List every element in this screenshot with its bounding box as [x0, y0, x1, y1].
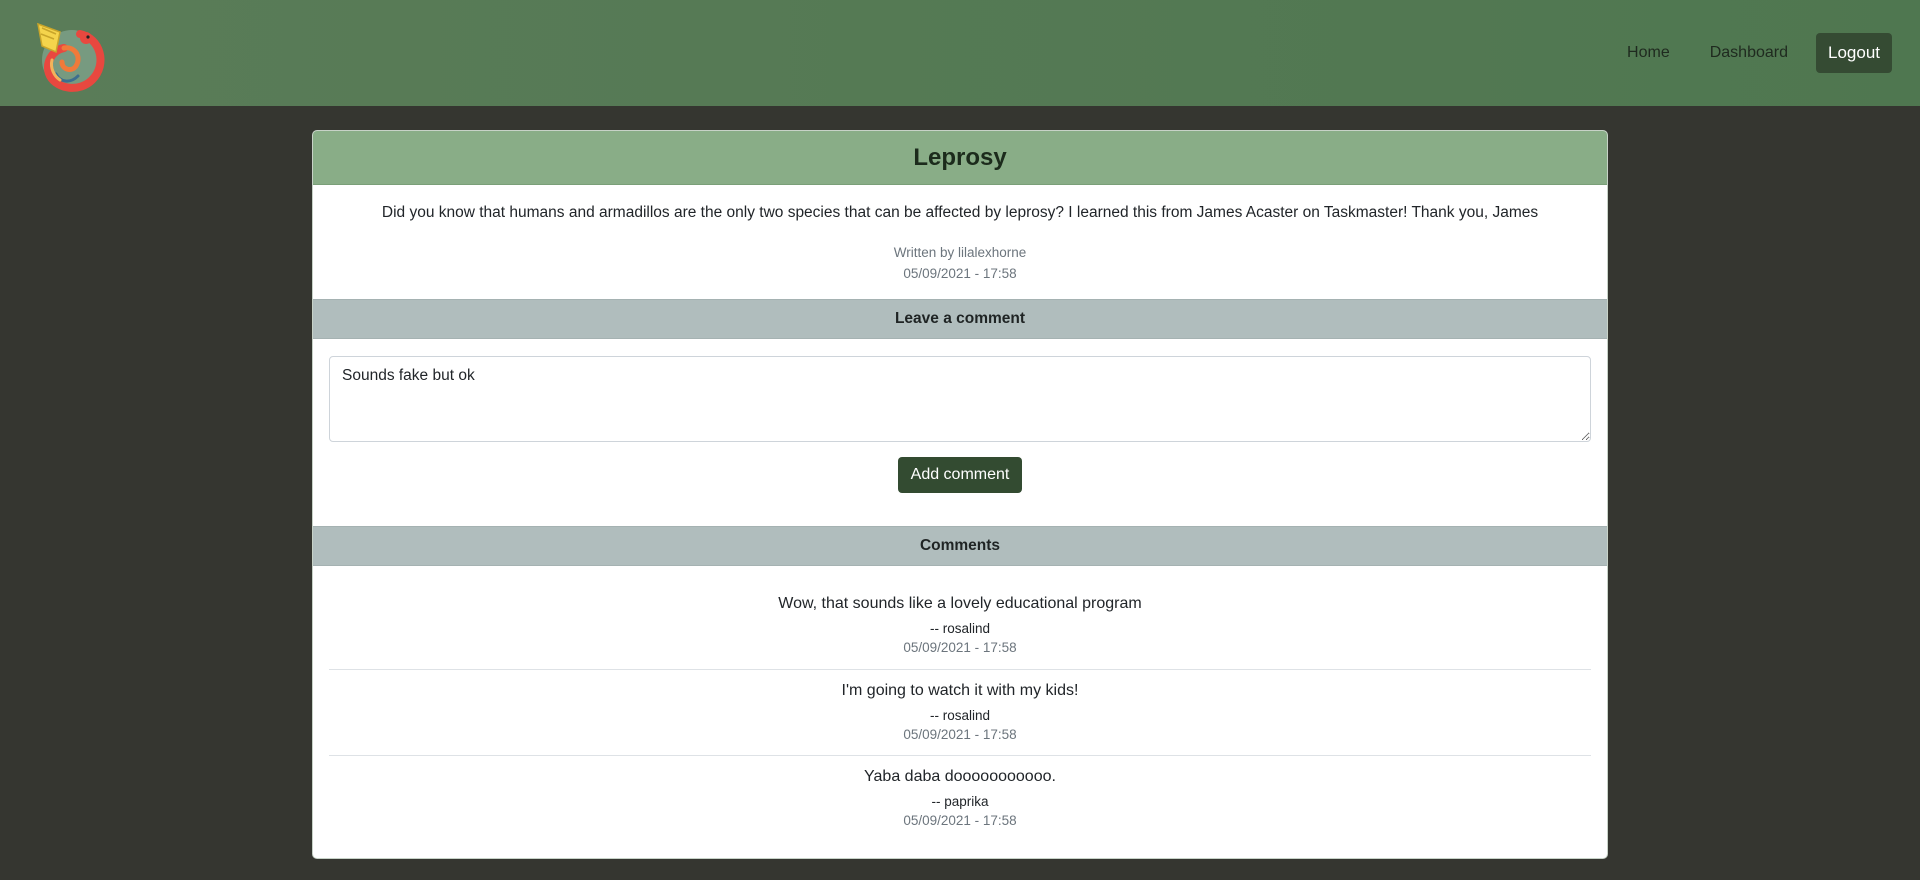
post-card: Leprosy Did you know that humans and arm… — [312, 130, 1608, 859]
logout-button[interactable]: Logout — [1816, 33, 1892, 73]
post-body: Did you know that humans and armadillos … — [381, 204, 1539, 221]
post-meta: Written by lilalexhorne 05/09/2021 - 17:… — [313, 242, 1607, 284]
comment-textarea[interactable]: Sounds fake but ok — [329, 356, 1591, 442]
add-comment-button[interactable]: Add comment — [898, 457, 1022, 493]
comment-item: Yaba daba dooooooooooo. -- paprika 05/09… — [329, 756, 1591, 842]
comment-author: -- paprika — [931, 794, 989, 809]
comment-author: -- rosalind — [929, 621, 991, 636]
comment-author: -- rosalind — [929, 708, 991, 723]
post-title: Leprosy — [313, 131, 1607, 185]
nav-dashboard-link[interactable]: Dashboard — [1698, 35, 1800, 71]
comment-text: Wow, that sounds like a lovely education… — [778, 595, 1142, 612]
comment-text: I'm going to watch it with my kids! — [841, 682, 1079, 699]
comment-item: I'm going to watch it with my kids! -- r… — [329, 670, 1591, 756]
comment-date: 05/09/2021 - 17:58 — [903, 813, 1017, 828]
comment-date: 05/09/2021 - 17:58 — [903, 640, 1017, 655]
nav-home-link[interactable]: Home — [1615, 35, 1682, 71]
comment-list: Wow, that sounds like a lovely education… — [329, 566, 1591, 842]
top-navbar: Home Dashboard Logout — [0, 0, 1920, 106]
comment-date: 05/09/2021 - 17:58 — [903, 727, 1017, 742]
comment-text: Yaba daba dooooooooooo. — [864, 768, 1056, 785]
post-author: Written by lilalexhorne — [893, 245, 1027, 260]
nav-links: Home Dashboard Logout — [1599, 33, 1892, 73]
leave-comment-header: Leave a comment — [313, 299, 1607, 339]
post-date: 05/09/2021 - 17:58 — [903, 266, 1017, 281]
site-logo[interactable] — [30, 16, 110, 96]
comments-header: Comments — [313, 526, 1607, 566]
comment-item: Wow, that sounds like a lovely education… — [329, 566, 1591, 670]
